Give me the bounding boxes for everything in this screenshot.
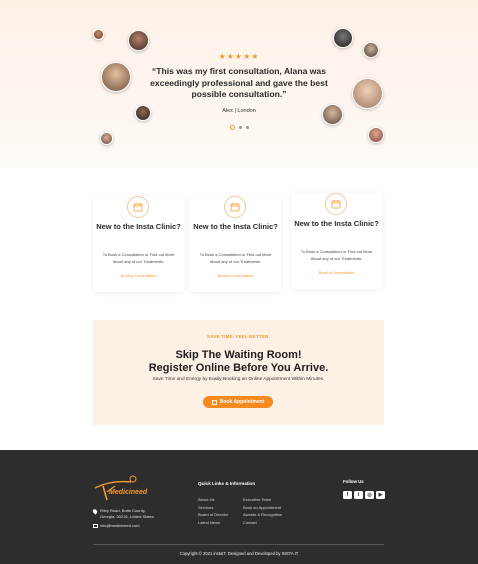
reviewer-avatar — [101, 62, 131, 92]
facebook-icon[interactable]: f — [343, 491, 352, 499]
instagram-icon[interactable]: ◎ — [365, 491, 374, 499]
calendar-icon — [325, 193, 347, 215]
quick-links-column-2: Executive Team Book an Appointment Award… — [243, 496, 282, 527]
quick-links-column-1: About Us Services Board of Director Late… — [198, 496, 228, 527]
footer-link-board[interactable]: Board of Director — [198, 511, 228, 519]
card-title: New to the Insta Clinic? — [193, 222, 278, 231]
banner-title-line2: Register Online Before You Arrive. — [148, 362, 329, 374]
footer-link-about[interactable]: About Us — [198, 496, 228, 504]
carousel-dot-1[interactable] — [229, 125, 235, 130]
social-links: f t ◎ ▶ — [343, 491, 385, 499]
footer-email[interactable]: info@medicineed.com — [100, 523, 140, 528]
register-online-banner: SAVE TIME. FEEL BETTER. Skip The Waiting… — [93, 320, 384, 425]
footer-address: Riley Road, Butts County, Georgia, 30216… — [100, 508, 154, 519]
footer: Medicineed Riley Road, Butts County, Geo… — [0, 450, 478, 564]
copyright-text: Copyright © 2021 instaIT. Designed and D… — [179, 551, 299, 556]
location-pin-icon — [91, 508, 99, 515]
rating-stars: ★★★★★ — [218, 52, 260, 61]
card-title: New to the Insta Clinic? — [96, 222, 181, 231]
consultation-card-3: New to the Insta Clinic? To Book a Consu… — [291, 193, 382, 289]
reviewer-avatar — [333, 28, 353, 48]
reviewer-avatar — [93, 29, 104, 40]
book-appointment-button[interactable]: Book Appointment — [203, 396, 273, 408]
book-consultation-link[interactable]: Book a Consultation — [93, 273, 184, 278]
footer-link-awards[interactable]: Awards & Recognition — [243, 511, 282, 519]
carousel-dot-3[interactable] — [245, 126, 249, 129]
footer-link-executive-team[interactable]: Executive Team — [243, 496, 282, 504]
card-description: To Book a Consultation or Find out More … — [199, 252, 272, 264]
consultation-card-2: New to the Insta Clinic? To Book a Consu… — [190, 196, 281, 292]
consultation-card-1: New to the Insta Clinic? To Book a Consu… — [93, 196, 184, 292]
twitter-icon[interactable]: t — [354, 491, 363, 499]
reviewer-avatar — [100, 132, 113, 145]
logo-text: Medicineed — [109, 489, 148, 496]
footer-link-contact[interactable]: Contact — [243, 519, 282, 527]
follow-us-title: Follow Us — [343, 479, 364, 484]
card-title: New to the Insta Clinic? — [294, 219, 379, 228]
card-description: To Book a Consultation or Find out More … — [102, 252, 175, 264]
card-description: To Book a Consultation or Find out More … — [300, 249, 373, 261]
book-consultation-link[interactable]: Book a Consultation — [190, 273, 281, 278]
address-line2: Georgia, 30216, United States — [100, 513, 154, 519]
banner-title: Skip The Waiting Room! Register Online B… — [93, 349, 384, 375]
quick-links-title: Quick Links & Information — [198, 481, 256, 486]
testimonial-section: ★★★★★ “This was my first consultation, A… — [0, 0, 478, 168]
reviewer-avatar — [352, 78, 383, 109]
banner-subtitle: SAVE TIME. FEEL BETTER. — [207, 334, 270, 339]
book-consultation-link[interactable]: Book a Consultation — [291, 270, 382, 275]
calendar-icon — [211, 399, 217, 405]
banner-description: Save Time and Energy by Easily Booking a… — [152, 377, 325, 382]
calendar-icon — [224, 196, 246, 218]
footer-link-news[interactable]: Latest News — [198, 519, 228, 527]
calendar-icon — [127, 196, 149, 218]
carousel-dots — [0, 125, 478, 130]
testimonial-quote: “This was my first consultation, Alana w… — [150, 66, 328, 99]
footer-link-book-appointment[interactable]: Book an Appointment — [243, 504, 282, 512]
banner-title-line1: Skip The Waiting Room! — [175, 349, 302, 361]
carousel-dot-2[interactable] — [238, 126, 242, 129]
reviewer-avatar — [128, 30, 149, 51]
youtube-icon[interactable]: ▶ — [376, 491, 385, 499]
testimonial-author: Alex | London — [222, 108, 256, 114]
email-icon — [93, 524, 98, 528]
footer-link-services[interactable]: Services — [198, 504, 228, 512]
footer-divider — [93, 544, 384, 545]
book-appointment-label: Book Appointment — [219, 399, 265, 405]
